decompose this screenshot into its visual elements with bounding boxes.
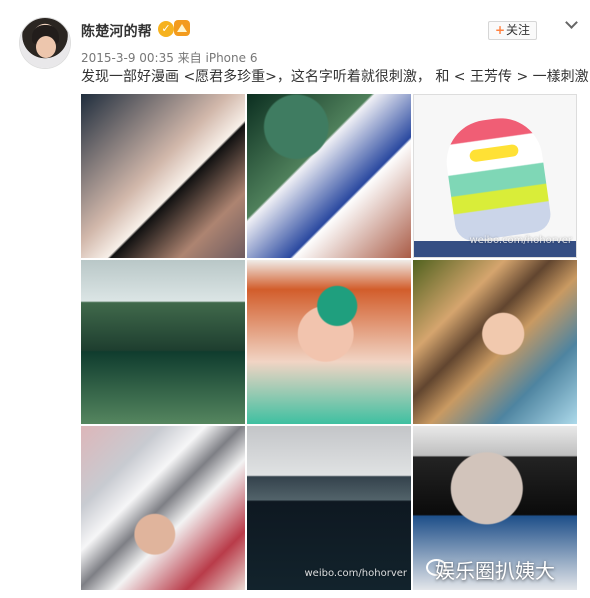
follow-button[interactable]: +关注 [488, 21, 537, 40]
photo-grid: weibo.com/hohorver weibo.com/hohorver [81, 94, 578, 591]
watermark-text: 娱乐圈扒姨大 [435, 559, 555, 583]
photo-7[interactable] [81, 426, 245, 590]
photo-8[interactable]: weibo.com/hohorver [247, 426, 411, 590]
photo-4[interactable] [81, 260, 245, 424]
photo-5[interactable] [247, 260, 411, 424]
photo-3-watermark: weibo.com/hohorver [469, 235, 572, 246]
photo-2[interactable] [247, 94, 411, 258]
verified-icon: ✓ [158, 21, 174, 37]
author-name[interactable]: 陈楚河的帮 [81, 21, 152, 41]
photo-6[interactable] [413, 260, 577, 424]
weibo-post: 陈楚河的帮 ✓ 2015-3-9 00:35 来自 iPhone 6 +关注 发… [0, 0, 590, 598]
shoe-image [441, 112, 553, 244]
post-meta[interactable]: 2015-3-9 00:35 来自 iPhone 6 [81, 49, 257, 66]
photo-3[interactable]: weibo.com/hohorver [413, 94, 577, 258]
photo-1[interactable] [81, 94, 245, 258]
post-text: 发现一部好漫画 <愿君多珍重>，这名字听着就很刺激， 和 < 王芳传 > 一樣刺… [81, 69, 589, 85]
user-avatar[interactable] [20, 18, 70, 68]
follow-label: 关注 [506, 23, 531, 37]
more-icon[interactable] [566, 17, 578, 29]
photo-8-watermark: weibo.com/hohorver [304, 568, 407, 579]
crown-icon [174, 20, 190, 36]
plus-icon: + [494, 23, 506, 37]
